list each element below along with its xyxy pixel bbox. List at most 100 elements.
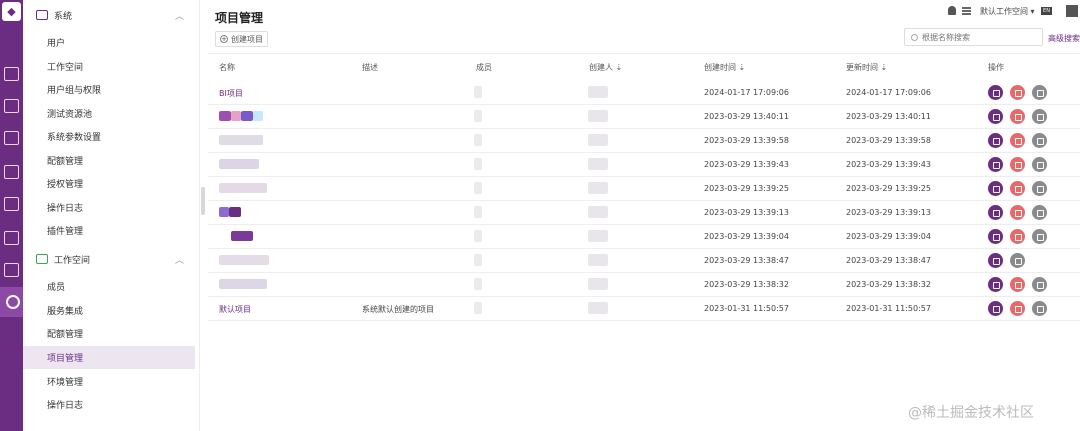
sidebar-group-system[interactable]: 系统 ︿ — [23, 3, 200, 27]
sidebar-item-projects[interactable]: 项目管理 — [23, 346, 195, 369]
sidebar-item-members[interactable]: 成员 — [23, 275, 195, 298]
edit-button[interactable] — [988, 181, 1003, 196]
sidebar-item-workspace[interactable]: 工作空间 — [23, 55, 195, 78]
edit-button[interactable] — [988, 85, 1003, 100]
updated-time: 2023-03-29 13:39:25 — [846, 184, 931, 193]
language-toggle[interactable]: EN — [1041, 7, 1052, 15]
edit-button[interactable] — [988, 133, 1003, 148]
updated-time: 2023-03-29 13:39:04 — [846, 232, 931, 241]
sidebar-item-license[interactable]: 授权管理 — [23, 172, 195, 195]
settings-icon[interactable] — [0, 287, 23, 317]
delete-button[interactable] — [1010, 133, 1025, 148]
edit-button[interactable] — [988, 109, 1003, 124]
api-icon[interactable] — [4, 131, 19, 145]
settings-button[interactable] — [1032, 133, 1047, 148]
settings-button[interactable] — [1032, 277, 1047, 292]
row-divider — [208, 296, 1080, 297]
workspace-switcher[interactable]: 默认工作空间 ▾ — [980, 6, 1035, 17]
sidebar-item-groups[interactable]: 用户组与权限 — [23, 78, 195, 101]
created-time: 2023-03-29 13:40:11 — [704, 112, 789, 121]
chevron-up-icon: ︿ — [175, 11, 185, 22]
search-box[interactable] — [904, 28, 1043, 46]
logo-icon[interactable]: ◆ — [2, 2, 21, 21]
edit-button[interactable] — [988, 229, 1003, 244]
project-desc: 系统默认创建的项目 — [362, 305, 434, 314]
col-header-updated[interactable]: 更新时间 ⇣ — [846, 62, 887, 73]
sidebar-item-env[interactable]: 环境管理 — [23, 370, 195, 393]
sidebar-item-test-pool[interactable]: 测试资源池 — [23, 102, 195, 125]
project-name-link[interactable]: BI项目 — [219, 88, 243, 99]
settings-button[interactable] — [1032, 205, 1047, 220]
workspace-label: 默认工作空间 — [980, 7, 1028, 16]
settings-button[interactable] — [1032, 157, 1047, 172]
edit-button[interactable] — [988, 205, 1003, 220]
page-title: 项目管理 — [215, 11, 264, 25]
user-card-icon — [36, 10, 48, 20]
group-label: 工作空间 — [54, 255, 91, 266]
row-divider — [208, 320, 1080, 321]
settings-button[interactable] — [1032, 301, 1047, 316]
plus-icon: + — [220, 35, 228, 43]
col-header-name: 名称 — [219, 63, 235, 72]
clipboard-icon[interactable] — [4, 99, 19, 113]
delete-button[interactable] — [1010, 157, 1025, 172]
redacted-creator — [588, 134, 608, 146]
ui-icon[interactable] — [4, 165, 19, 179]
row-divider — [208, 128, 1080, 129]
chevron-up-icon: ︿ — [175, 255, 185, 266]
advanced-search-link[interactable]: 高级搜索 — [1048, 33, 1080, 44]
sidebar-item-users[interactable]: 用户 — [23, 31, 195, 54]
delete-button[interactable] — [1010, 301, 1025, 316]
updated-time: 2024-01-17 17:09:06 — [846, 88, 931, 97]
sort-icon: ⇣ — [615, 63, 623, 72]
bell-icon[interactable] — [948, 6, 956, 15]
project-name-link[interactable]: 默认项目 — [219, 304, 251, 315]
col-header-created[interactable]: 创建时间 ⇣ — [704, 62, 745, 73]
delete-button[interactable] — [1010, 109, 1025, 124]
delete-button[interactable] — [1010, 229, 1025, 244]
delete-button[interactable] — [1010, 205, 1025, 220]
sidebar-item-ws-logs[interactable]: 操作日志 — [23, 393, 195, 416]
sidebar-scrollbar[interactable] — [201, 187, 205, 215]
sidebar-item-quota[interactable]: 配额管理 — [23, 149, 195, 172]
search-icon — [911, 33, 918, 41]
sidebar-item-params[interactable]: 系统参数设置 — [23, 125, 195, 148]
edit-button[interactable] — [988, 277, 1003, 292]
sidebar-item-plugins[interactable]: 插件管理 — [23, 219, 195, 242]
delete-button[interactable] — [1010, 277, 1025, 292]
col-header-creator[interactable]: 创建人 ⇣ — [589, 62, 622, 73]
redacted-members — [474, 278, 482, 290]
folder-icon[interactable] — [4, 263, 19, 277]
monitor-icon[interactable] — [4, 67, 19, 81]
edit-button[interactable] — [988, 253, 1003, 268]
workspace-icon — [36, 254, 48, 264]
redacted-members — [474, 134, 482, 146]
sidebar-item-logs[interactable]: 操作日志 — [23, 196, 195, 219]
delete-button[interactable] — [1010, 181, 1025, 196]
caret-down-icon: ▾ — [1030, 7, 1035, 16]
row-divider — [208, 152, 1080, 153]
edit-button[interactable] — [988, 157, 1003, 172]
updated-label: 更新时间 — [846, 63, 878, 72]
sidebar-item-integration[interactable]: 服务集成 — [23, 299, 195, 322]
settings-button[interactable] — [1010, 253, 1025, 268]
search-input[interactable] — [922, 32, 1032, 42]
settings-button[interactable] — [1032, 229, 1047, 244]
settings-button[interactable] — [1032, 181, 1047, 196]
row-divider — [208, 200, 1080, 201]
sidebar-item-ws-quota[interactable]: 配额管理 — [23, 322, 195, 345]
sidebar-group-workspace[interactable]: 工作空间 ︿ — [23, 247, 200, 271]
redacted-name — [241, 111, 253, 121]
created-label: 创建时间 — [704, 63, 736, 72]
edit-button[interactable] — [988, 301, 1003, 316]
settings-button[interactable] — [1032, 85, 1047, 100]
list-icon[interactable] — [962, 7, 971, 15]
avatar[interactable] — [1066, 5, 1078, 17]
created-time: 2023-03-29 13:39:04 — [704, 232, 789, 241]
chart-icon[interactable] — [4, 197, 19, 211]
report-icon[interactable] — [4, 231, 19, 245]
delete-button[interactable] — [1010, 85, 1025, 100]
settings-button[interactable] — [1032, 109, 1047, 124]
create-project-button[interactable]: + 创建项目 — [215, 31, 268, 47]
created-time: 2023-01-31 11:50:57 — [704, 304, 789, 313]
